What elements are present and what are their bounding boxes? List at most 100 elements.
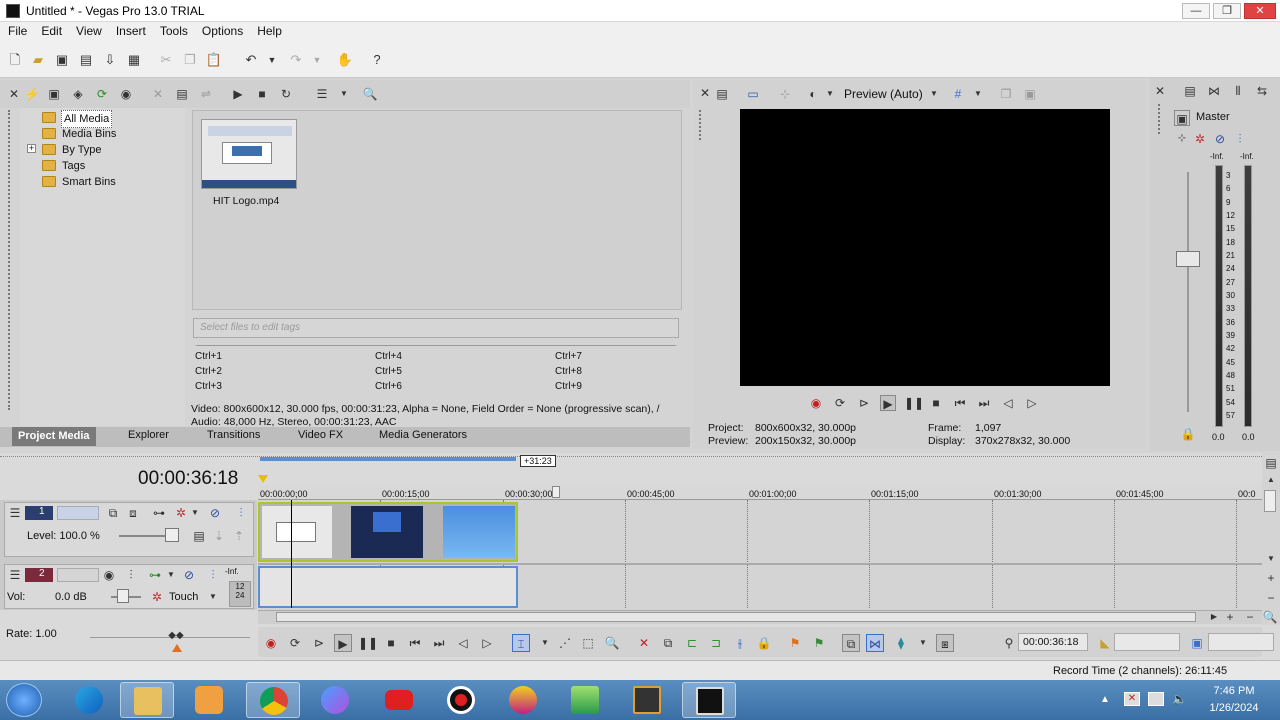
- start-button[interactable]: [6, 683, 42, 717]
- copy-icon[interactable]: ❐: [181, 51, 199, 69]
- automation-dropdown-icon[interactable]: ▼: [205, 589, 221, 605]
- split-screen-dropdown-icon[interactable]: ▼: [822, 86, 838, 102]
- overlays-dropdown-icon[interactable]: ▼: [970, 86, 986, 102]
- new-file-icon[interactable]: 🗋: [6, 51, 24, 69]
- menu-insert[interactable]: Insert: [108, 22, 152, 38]
- media-thumbnail[interactable]: [201, 119, 297, 189]
- master-fader-handle[interactable]: [1176, 251, 1200, 267]
- preview-properties-icon[interactable]: ▤: [714, 86, 730, 102]
- panel-grip[interactable]: [8, 110, 14, 410]
- timeline-record-icon[interactable]: ◉: [262, 634, 280, 652]
- automation-mode[interactable]: Touch: [169, 591, 198, 603]
- trim-icon[interactable]: ⧉: [659, 634, 677, 652]
- taskbar-chrome[interactable]: [246, 682, 300, 718]
- edit-tool-dropdown-icon[interactable]: ▼: [536, 634, 554, 652]
- tab-project-media[interactable]: Project Media: [12, 427, 96, 446]
- timeline-loop-icon[interactable]: ⟳: [286, 634, 304, 652]
- paste-icon[interactable]: 📋: [205, 51, 223, 69]
- arm-record-icon[interactable]: ◉: [101, 567, 117, 583]
- auto-ripple-icon[interactable]: ⧉: [842, 634, 860, 652]
- play-from-start-icon[interactable]: ⊳: [856, 395, 872, 411]
- external-monitor-icon[interactable]: ▭: [745, 86, 761, 102]
- horizontal-scroll-thumb[interactable]: [276, 612, 1196, 622]
- copy-snapshot-icon[interactable]: ❐: [998, 86, 1014, 102]
- lock-icon[interactable]: 🔒: [755, 634, 773, 652]
- expand-icon[interactable]: +: [27, 144, 36, 153]
- preview-close-icon[interactable]: ✕: [697, 85, 713, 101]
- menu-tools[interactable]: Tools: [152, 22, 194, 38]
- menu-options[interactable]: Options: [194, 22, 249, 38]
- timeline-go-end-icon[interactable]: ⏭: [430, 634, 448, 652]
- solo-icon[interactable]: ⫶: [233, 505, 249, 521]
- stop-preview-icon[interactable]: ■: [254, 86, 270, 102]
- zoom-out-vertical-icon[interactable]: −: [1263, 590, 1279, 606]
- track-motion-icon[interactable]: ⧉: [105, 505, 121, 521]
- save-as-icon[interactable]: ▤: [77, 51, 95, 69]
- downmix-icon[interactable]: ⫴: [1230, 83, 1246, 99]
- shortcut-ctrl-5[interactable]: Ctrl+5: [375, 366, 402, 377]
- audio-track-name[interactable]: [57, 568, 99, 582]
- audio-mute-icon[interactable]: ⊘: [181, 567, 197, 583]
- loop-region-handle[interactable]: [552, 486, 560, 498]
- zoom-in-vertical-icon[interactable]: +: [1263, 570, 1279, 586]
- close-button[interactable]: ✕: [1244, 3, 1276, 19]
- taskbar-copilot[interactable]: [308, 682, 362, 718]
- master-close-icon[interactable]: ✕: [1152, 83, 1168, 99]
- start-preview-icon[interactable]: ▶: [230, 86, 246, 102]
- taskbar-edge[interactable]: [62, 682, 116, 718]
- menu-edit[interactable]: Edit: [33, 22, 68, 38]
- fader-lock-icon[interactable]: 🔒: [1180, 426, 1196, 442]
- zoom-in-horizontal-icon[interactable]: +: [1222, 609, 1238, 625]
- lock-envelopes-icon[interactable]: ⋈: [866, 634, 884, 652]
- undo-dropdown-icon[interactable]: ▼: [263, 51, 281, 69]
- overlays-grid-icon[interactable]: #: [950, 86, 966, 102]
- split-icon[interactable]: ⫳: [731, 634, 749, 652]
- delete-icon[interactable]: ✕: [635, 634, 653, 652]
- get-media-web-icon[interactable]: ◈: [70, 86, 86, 102]
- scroll-up-icon[interactable]: ▲: [1263, 472, 1279, 488]
- play-icon[interactable]: ▶: [880, 395, 896, 411]
- video-track-header[interactable]: ☰ 1 ⧉ ⧈ ⊶ ✲ ▼ ⊘ ⫶ Level: 100.0 % ▤ ⇣ ⇡: [4, 502, 254, 557]
- video-track-name[interactable]: [57, 506, 99, 520]
- envelope-tool-icon[interactable]: ⋰: [556, 634, 574, 652]
- shortcut-ctrl-1[interactable]: Ctrl+1: [195, 351, 222, 362]
- shortcut-ctrl-4[interactable]: Ctrl+4: [375, 351, 402, 362]
- playhead-cursor[interactable]: [291, 500, 292, 608]
- enable-snapping-icon[interactable]: ✋: [336, 51, 354, 69]
- timeline-play-icon[interactable]: ▶: [334, 634, 352, 652]
- timeline-splitter[interactable]: [0, 456, 1280, 458]
- rate-slider-handle[interactable]: ◆◆: [166, 630, 186, 644]
- preview-grip[interactable]: [699, 110, 703, 140]
- selection-tool-icon[interactable]: ⬚: [579, 634, 597, 652]
- clock-time[interactable]: 7:46 PM: [1194, 685, 1274, 697]
- timeline-next-frame-icon[interactable]: ▷: [478, 634, 496, 652]
- stop-icon[interactable]: ■: [928, 395, 944, 411]
- dim-output-icon[interactable]: ⇆: [1254, 83, 1270, 99]
- go-to-end-icon[interactable]: ⏭: [976, 395, 992, 411]
- timeline-pause-icon[interactable]: ❚❚: [358, 634, 378, 652]
- network-icon[interactable]: [1148, 692, 1164, 706]
- search-icon[interactable]: 🔍: [362, 86, 378, 102]
- master-fx-chain-icon[interactable]: ✲: [1192, 131, 1208, 147]
- taskbar-youtube[interactable]: [372, 682, 426, 718]
- render-as-icon[interactable]: ⇩: [101, 51, 119, 69]
- save-icon[interactable]: ▣: [53, 51, 71, 69]
- selection-start-field[interactable]: [1114, 633, 1180, 651]
- taskbar-vegas-pro[interactable]: [682, 682, 736, 718]
- remove-media-icon[interactable]: ✕: [150, 86, 166, 102]
- auto-preview-icon[interactable]: ↻: [278, 86, 294, 102]
- audio-track-header[interactable]: ☰ 2 ◉ ⫶ ⊶ ▼ ⊘ ⫶ -Inf. Vol: 0.0 dB ✲ Touc…: [4, 564, 254, 609]
- selection-length-field[interactable]: [1208, 633, 1274, 651]
- shortcut-ctrl-6[interactable]: Ctrl+6: [375, 381, 402, 392]
- timeline-properties-icon[interactable]: ▤: [1263, 455, 1279, 471]
- tab-explorer[interactable]: Explorer: [128, 429, 169, 441]
- clock-date[interactable]: 1/26/2024: [1194, 702, 1274, 714]
- zoom-tool-icon[interactable]: 🔍: [1262, 609, 1278, 625]
- auto-crossfade-icon[interactable]: ⧆: [936, 634, 954, 652]
- volume-muted-icon[interactable]: 🔈: [1172, 692, 1188, 706]
- master-envelope-icon[interactable]: ⊹: [1174, 131, 1190, 147]
- mute-icon[interactable]: ⊘: [207, 505, 223, 521]
- next-frame-icon[interactable]: ▷: [1024, 395, 1040, 411]
- selection-length-icon[interactable]: ▣: [1188, 634, 1206, 652]
- track-collapse-icon[interactable]: ☰: [7, 505, 23, 521]
